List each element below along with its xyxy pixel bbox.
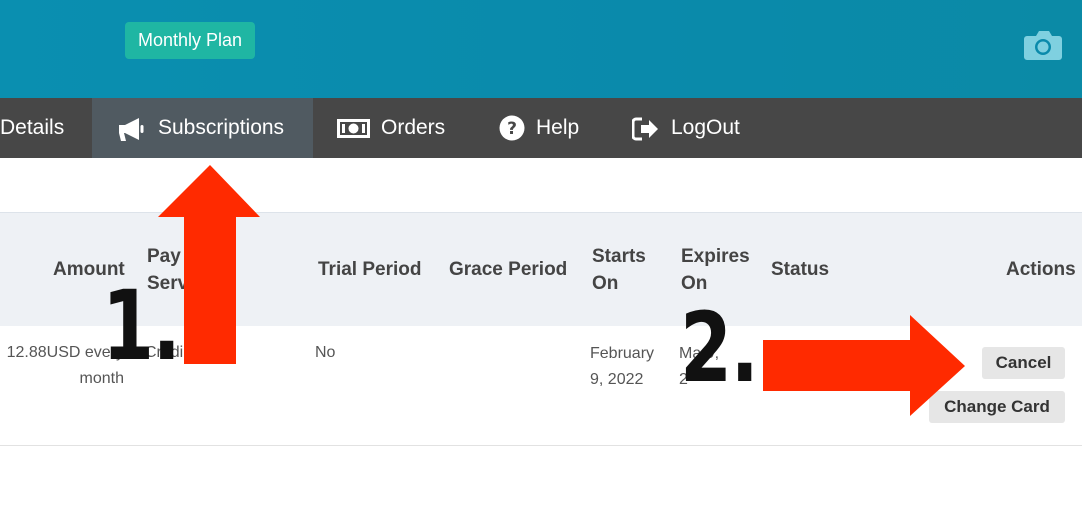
nav-item-details[interactable]: Details: [0, 98, 92, 158]
column-header-line: Pay: [147, 246, 181, 267]
change-card-button[interactable]: Change Card: [929, 391, 1065, 423]
plan-badge: Monthly Plan: [125, 22, 256, 59]
money-icon: [337, 119, 370, 138]
column-header-trial-period: Trial Period: [318, 259, 422, 280]
cell-starts-on: February 9, 2022: [590, 341, 654, 393]
header-bar: Monthly Plan: [0, 0, 1082, 98]
column-header-actions: Actions: [1006, 259, 1076, 280]
annotation-step-2: 2.: [680, 292, 759, 404]
question-circle-icon: ?: [499, 115, 525, 141]
column-header-expires-on: Expires On: [681, 243, 750, 297]
cell-line: February: [590, 345, 655, 362]
camera-icon[interactable]: [1023, 28, 1063, 62]
nav-item-label: LogOut: [671, 116, 740, 139]
logout-icon: [632, 117, 658, 141]
column-header-line: On: [592, 273, 619, 294]
annotation-step-1: 1.: [102, 270, 181, 382]
column-header-starts-on: Starts On: [592, 243, 646, 297]
svg-text:?: ?: [507, 119, 517, 139]
column-header-status: Status: [771, 259, 830, 280]
nav-item-label: Details: [0, 116, 65, 139]
nav-item-label: Subscriptions: [158, 116, 285, 139]
cancel-button[interactable]: Cancel: [982, 347, 1065, 379]
megaphone-icon: [119, 118, 144, 141]
nav-item-label: Orders: [381, 116, 446, 139]
cell-trial-period: No: [315, 344, 336, 361]
column-header-line: Expires: [681, 246, 750, 267]
column-header-grace-period: Grace Period: [449, 259, 568, 280]
nav-item-label: Help: [536, 116, 580, 139]
nav-item-subscriptions[interactable]: Subscriptions: [92, 98, 313, 158]
nav-item-logout[interactable]: LogOut: [620, 98, 760, 158]
page: Monthly Plan Details Subscriptions Order…: [0, 0, 1082, 518]
nav-item-orders[interactable]: Orders: [313, 98, 473, 158]
cell-line: 9, 2022: [590, 371, 644, 388]
column-header-line: Starts: [592, 246, 646, 267]
nav-item-help[interactable]: ? Help: [490, 98, 600, 158]
main-nav: Details Subscriptions Orders ? Help LogO…: [0, 98, 1082, 158]
